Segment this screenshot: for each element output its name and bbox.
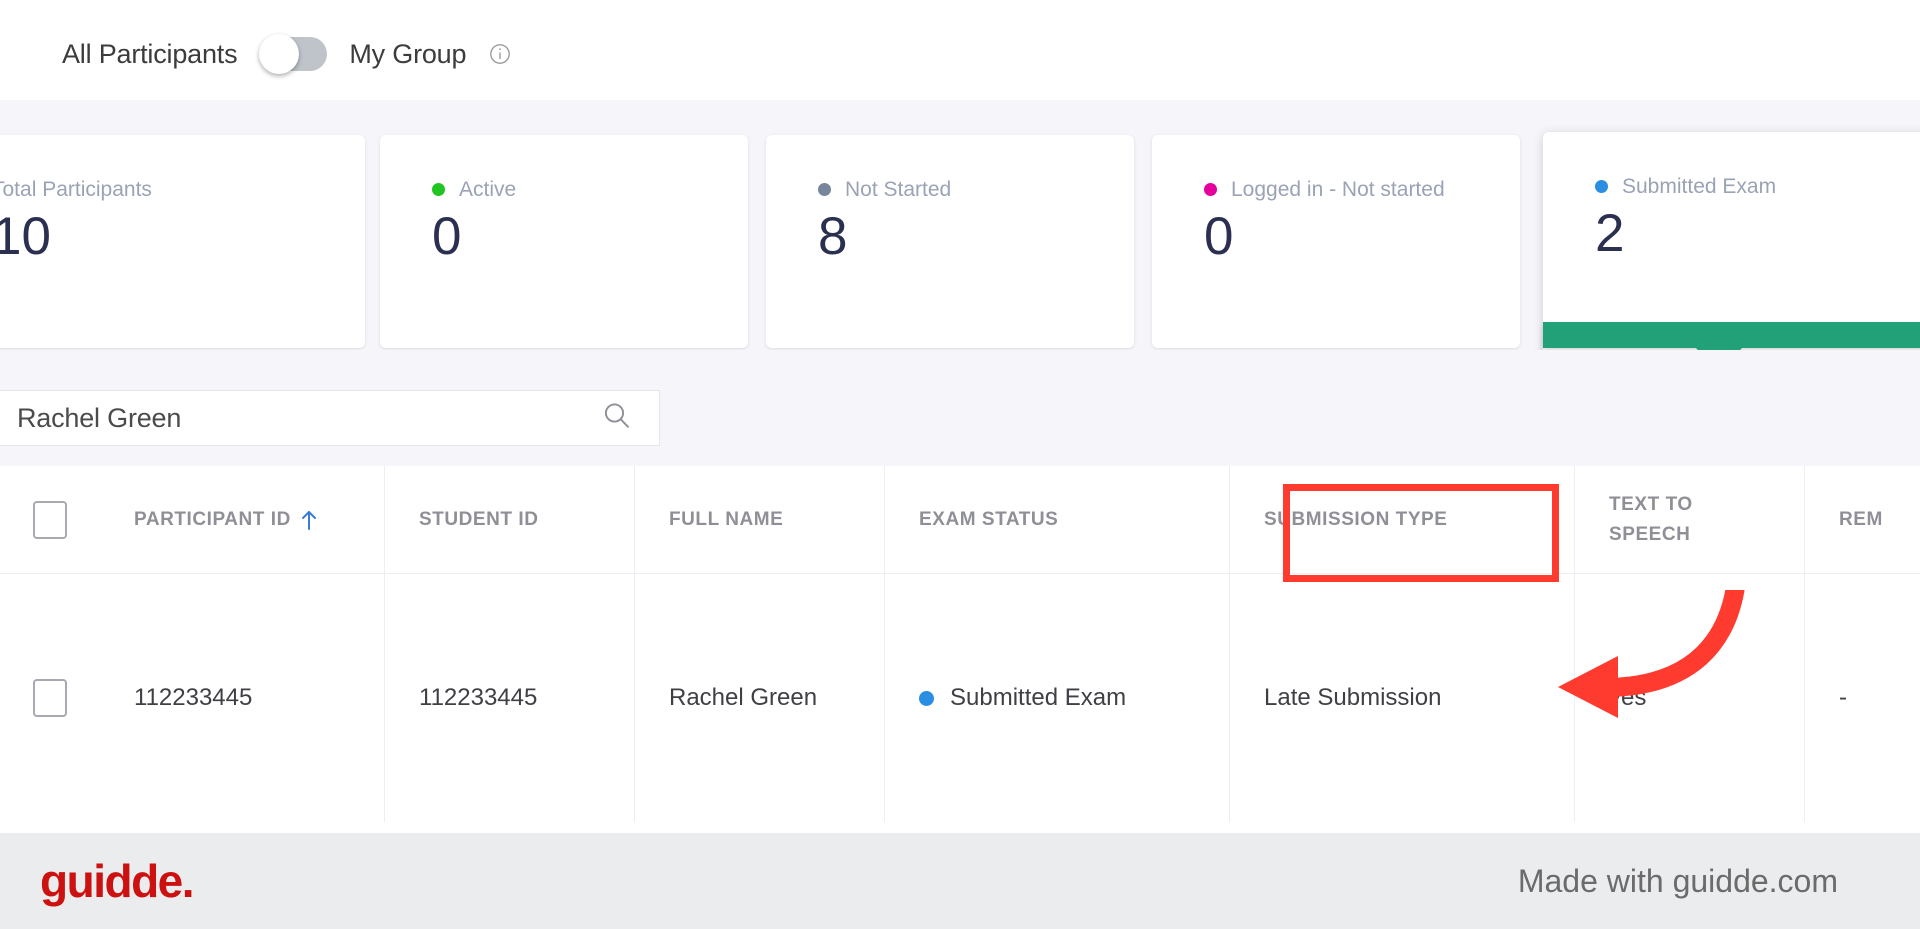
select-all-checkbox[interactable] [33,500,67,539]
audience-toggle-switch[interactable] [259,34,328,74]
stat-card-total-participants[interactable]: Total Participants 10 [0,135,365,348]
column-header-exam-status[interactable]: EXAM STATUS [885,466,1230,573]
stat-card-label: Submitted Exam [1595,172,1845,202]
table-row[interactable]: 112233445 112233445 Rachel Green Submitt… [0,574,1920,822]
column-header-label: PARTICIPANT ID [134,508,291,530]
column-header-label: SUBMISSION TYPE [1264,508,1448,530]
status-dot-submitted [919,690,934,706]
stat-card-label: Not Started [818,175,1068,205]
column-header-student-id[interactable]: STUDENT ID [385,466,635,573]
stat-card-label: Logged in - Not started [1204,175,1454,205]
stat-card-logged-in-not-started[interactable]: Logged in - Not started 0 [1152,135,1520,348]
stat-card-value: 0 [432,207,462,267]
stat-card-value: 0 [1204,207,1234,267]
stat-cards-strip: Total Participants 10 Active 0 Not Start… [0,100,1920,354]
search-input[interactable]: Rachel Green [0,390,660,446]
cell-full-name: Rachel Green [635,574,885,822]
cell-participant-id: 112233445 [100,574,385,822]
select-all-header[interactable] [0,466,100,573]
made-with-label: Made with guidde.com [1517,862,1838,899]
my-group-label[interactable]: My Group [349,39,466,70]
column-header-label-line2: SPEECH [1609,523,1691,545]
cell-text-to-speech: yes [1575,574,1805,822]
search-icon[interactable] [601,400,633,437]
stat-card-not-started[interactable]: Not Started 8 [766,135,1134,348]
selection-highlight-banner [1543,322,1920,348]
row-checkbox[interactable] [33,679,67,717]
column-header-full-name[interactable]: FULL NAME [635,466,885,573]
status-dot-submitted [1595,180,1608,193]
cell-submission-type: Late Submission [1230,574,1575,822]
search-row: Rachel Green [0,350,1920,466]
search-input-value: Rachel Green [17,402,182,433]
stat-card-label: Active [432,175,682,205]
participants-dashboard: All Participants My Group Total Particip… [0,0,1920,929]
row-select-cell[interactable] [0,574,100,822]
audience-toggle-bar: All Participants My Group [0,8,1920,100]
column-header-participant-id[interactable]: PARTICIPANT ID [100,466,385,573]
column-header-submission-type[interactable]: SUBMISSION TYPE [1230,466,1575,573]
column-header-label: REM [1839,508,1883,530]
table-header-row: PARTICIPANT ID STUDENT ID FULL NAME EXAM… [0,466,1920,574]
column-header-label-line1: TEXT TO [1609,494,1693,516]
column-header-label: STUDENT ID [419,508,539,530]
footer-bar: guidde. Made with guidde.com [0,833,1920,929]
cell-exam-status: Submitted Exam [885,574,1230,822]
guidde-logo: guidde. [40,855,195,907]
participants-table: PARTICIPANT ID STUDENT ID FULL NAME EXAM… [0,466,1920,830]
column-header-remaining[interactable]: REM [1805,466,1920,573]
column-header-label: FULL NAME [669,508,784,530]
status-dot-logged-in [1204,183,1217,196]
stat-card-value: 10 [0,207,51,267]
stat-card-value: 2 [1595,204,1625,264]
status-dot-active [432,183,445,196]
toggle-knob [259,34,300,74]
stat-card-value: 8 [818,207,848,267]
all-participants-label[interactable]: All Participants [62,39,238,70]
info-circle-icon[interactable] [488,42,512,66]
cell-exam-status-label: Submitted Exam [950,684,1127,711]
cell-remaining: - [1839,684,1847,711]
stat-card-active[interactable]: Active 0 [380,135,748,348]
stat-card-submitted-exam[interactable]: Submitted Exam 2 [1543,132,1920,354]
cell-student-id: 112233445 [385,574,635,822]
status-dot-not-started [818,183,831,196]
stat-card-label: Total Participants [0,178,152,201]
column-header-label: EXAM STATUS [919,508,1059,530]
sort-ascending-icon[interactable] [299,509,319,531]
column-header-text-to-speech[interactable]: TEXT TO SPEECH [1575,466,1805,573]
